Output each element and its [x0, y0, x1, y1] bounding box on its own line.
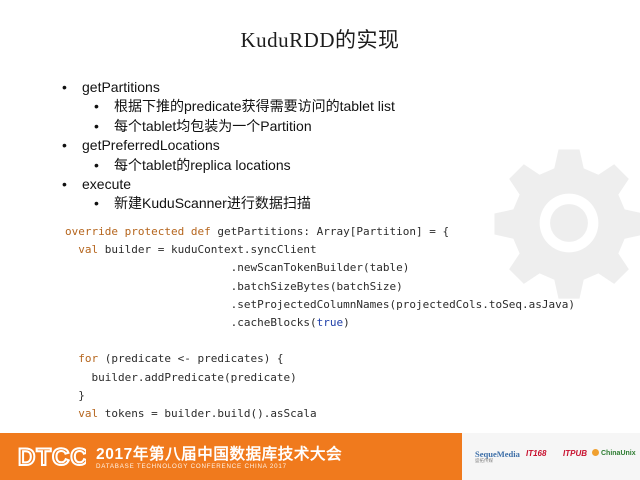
- code-block: override protected def getPartitions: Ar…: [65, 223, 585, 423]
- code-text: getPartitions: Array[Partition] = {: [217, 225, 450, 238]
- sponsor-itpub-logo: ITPUB: [563, 449, 587, 458]
- sponsor-it168-logo: IT168: [526, 449, 547, 458]
- code-line: }: [65, 387, 585, 405]
- code-text: ): [343, 316, 350, 330]
- code-literal: true: [316, 316, 344, 330]
- sub-bullet-item: 根据下推的predicate获得需要访问的tablet list: [62, 97, 582, 117]
- code-keyword: val: [78, 407, 105, 421]
- code-keyword: val: [78, 243, 105, 257]
- code-line: override protected def getPartitions: Ar…: [65, 223, 585, 241]
- conference-subtitle: DATABASE TECHNOLOGY CONFERENCE CHINA 201…: [96, 463, 287, 470]
- code-text: .setProjectedColumnNames(projectedCols.t…: [230, 297, 575, 311]
- sponsor-name: ChinaUnix: [601, 450, 636, 457]
- dtcc-logo: DTCC: [18, 443, 86, 469]
- code-text: .newScanTokenBuilder(table): [230, 261, 410, 275]
- chinaunix-dot-icon: [592, 449, 599, 456]
- code-keyword: for: [78, 352, 105, 366]
- sponsor-chinaunix-logo: ChinaUnix: [592, 449, 636, 457]
- sub-bullet-item: 新建KuduScanner进行数据扫描: [62, 194, 582, 214]
- code-line: .batchSizeBytes(batchSize): [65, 278, 585, 296]
- code-line: for (predicate <- predicates) {: [65, 350, 585, 368]
- code-line: .setProjectedColumnNames(projectedCols.t…: [65, 296, 585, 314]
- bullet-list: getPartitions 根据下推的predicate获得需要访问的table…: [62, 78, 582, 214]
- code-line: val tokens = builder.build().asScala: [65, 405, 585, 423]
- code-line: val builder = kuduContext.syncClient: [65, 241, 585, 259]
- logo-text: DTCC: [18, 444, 86, 469]
- code-text: builder.addPredicate(predicate): [91, 370, 297, 384]
- sub-bullet-item: 每个tablet均包装为一个Partition: [62, 117, 582, 137]
- bullet-item: getPartitions: [62, 78, 582, 98]
- code-text: }: [78, 388, 85, 402]
- footer-banner: DTCC 2017年第八届中国数据库技术大会 DATABASE TECHNOLO…: [0, 433, 640, 480]
- sponsor-sequemedia-logo: SequeMedia 盛拓传媒: [475, 449, 520, 464]
- code-line: .newScanTokenBuilder(table): [65, 259, 585, 277]
- code-text: .batchSizeBytes(batchSize): [230, 279, 403, 293]
- slide: KuduRDD的实现 getPartitions 根据下推的predicate获…: [0, 0, 640, 480]
- code-line: .cacheBlocks(true): [65, 314, 585, 332]
- code-line: builder.addPredicate(predicate): [65, 369, 585, 387]
- conference-title: 2017年第八届中国数据库技术大会: [96, 446, 343, 463]
- code-text: builder = kuduContext.syncClient: [104, 243, 317, 257]
- code-text: tokens = builder.build().asScala: [104, 407, 317, 421]
- slide-title: KuduRDD的实现: [240, 28, 400, 52]
- sub-bullet-item: 每个tablet的replica locations: [62, 156, 582, 176]
- bullet-item: execute: [62, 175, 582, 195]
- code-keyword: override protected def: [65, 225, 218, 238]
- code-text: (predicate <- predicates) {: [104, 352, 284, 366]
- bullet-item: getPreferredLocations: [62, 136, 582, 156]
- code-text: .cacheBlocks(: [230, 316, 317, 330]
